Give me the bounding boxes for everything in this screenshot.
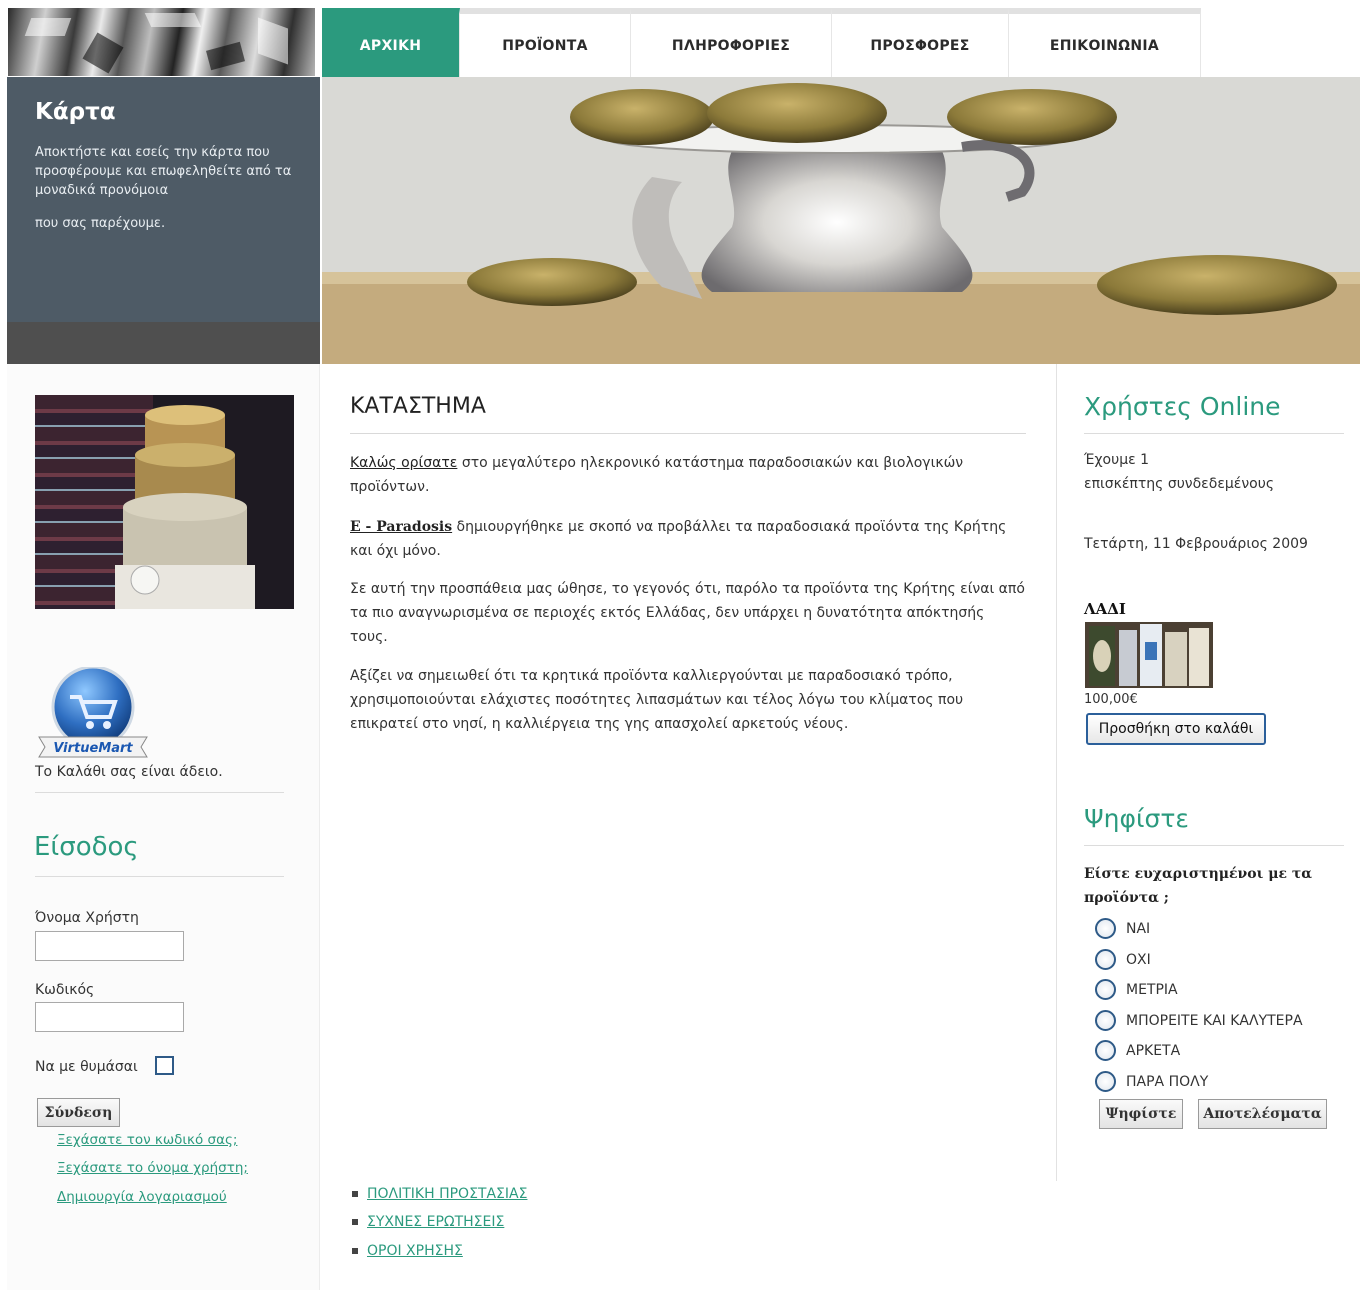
tab-products[interactable]: ΠΡΟΪΟΝΤΑ [460, 8, 631, 77]
poll-title: Ψηφίστε [1084, 804, 1189, 833]
divider [35, 792, 284, 793]
radio-icon[interactable] [1095, 949, 1116, 970]
poll-option-label: ΑΡΚΕΤΑ [1126, 1042, 1181, 1059]
vote-button[interactable]: Ψηφίστε [1099, 1099, 1183, 1129]
virtuemart-logo[interactable]: VirtueMart [35, 665, 151, 759]
terms-link[interactable]: ΟΡΟΙ ΧΡΗΣΗΣ [367, 1243, 463, 1259]
product-name: ΛΑΔΙ [1084, 600, 1126, 618]
footer-link-privacy: ΠΟΛΙΤΙΚΗ ΠΡΟΣΤΑΣΙΑΣ [352, 1186, 527, 1202]
divider [1084, 845, 1344, 846]
poll-option-very-much[interactable]: ΠΑΡΑ ΠΟΛΥ [1095, 1071, 1208, 1092]
virtuemart-logo-text: VirtueMart [53, 741, 133, 756]
production-paragraph: Αξίζει να σημειωθεί ότι τα κρητικά προϊό… [350, 668, 964, 732]
hero-still-life-image [322, 77, 1360, 364]
radio-icon[interactable] [1095, 918, 1116, 939]
remember-label: Να με θυμάσαι [35, 1059, 138, 1075]
online-users-count: Έχουμε 1 [1084, 452, 1150, 468]
add-to-cart-button[interactable]: Προσθήκη στο καλάθι [1086, 713, 1266, 745]
welcome-link[interactable]: Καλώς ορίσατε [350, 455, 457, 471]
product-thumbnail[interactable] [1085, 622, 1213, 688]
divider [1084, 433, 1344, 434]
poll-option-label: ΠΑΡΑ ΠΟΛΥ [1126, 1073, 1209, 1090]
poll-question: Είστε ευχαριστημένοι με τα προϊόντα ; [1084, 866, 1313, 906]
tab-contact[interactable]: ΕΠΙΚΟΙΝΩΝΙΑ [1009, 8, 1201, 77]
tab-info[interactable]: ΠΛΗΡΟΦΟΡΙΕΣ [631, 8, 832, 77]
poll-option-moderate[interactable]: ΜΕΤΡΙΑ [1095, 979, 1178, 1000]
radio-icon[interactable] [1095, 1010, 1116, 1031]
page-title: ΚΑΤΑΣΤΗΜΑ [350, 394, 486, 419]
cheese-artwork [115, 395, 294, 609]
bullet-icon [352, 1219, 358, 1225]
right-sidebar: Χρήστες Online Έχουμε 1 επισκέπτης συνδε… [1056, 364, 1360, 1181]
card-bottom-band [7, 322, 320, 364]
bullet-icon [352, 1191, 358, 1197]
welcome-paragraph: Καλώς ορίσατε στο μεγαλύτερο ηλεκρονικό … [350, 451, 1026, 499]
poll-option-label: ΜΠΟΡΕΙΤΕ ΚΑΙ ΚΑΛΥΤΕΡΑ [1126, 1012, 1303, 1029]
faq-link[interactable]: ΣΥΧΝΕΣ ΕΡΩΤΗΣΕΙΣ [367, 1214, 504, 1230]
forgot-username-link[interactable]: Ξεχάσατε το όνομα χρήστη; [57, 1160, 248, 1176]
cart-globe-icon: VirtueMart [38, 665, 148, 758]
poll-option-could-be-better[interactable]: ΜΠΟΡΕΙΤΕ ΚΑΙ ΚΑΛΥΤΕΡΑ [1095, 1010, 1303, 1031]
oil-bottles-artwork [1085, 622, 1213, 688]
password-label: Κωδικός [35, 982, 95, 998]
poll-option-no[interactable]: ΟΧΙ [1095, 949, 1151, 970]
radio-icon[interactable] [1095, 1071, 1116, 1092]
divider [350, 433, 1026, 434]
poll-results-button[interactable]: Αποτελέσματα [1198, 1099, 1327, 1129]
remember-me-checkbox[interactable] [155, 1056, 174, 1075]
about-paragraph: E - Paradosis δημιουργήθηκε με σκοπό να … [350, 515, 1026, 563]
divider [35, 876, 284, 877]
create-account-link[interactable]: Δημιουργία λογαριασμού [57, 1189, 227, 1205]
current-date: Τετάρτη, 11 Φεβρουάριος 2009 [1084, 536, 1308, 552]
username-label: Όνομα Χρήστη [35, 910, 139, 926]
poll-option-quite[interactable]: ΑΡΚΕΤΑ [1095, 1040, 1180, 1061]
brand-link[interactable]: E - Paradosis [350, 519, 452, 535]
poll-option-yes[interactable]: ΝΑΙ [1095, 918, 1150, 939]
poll-option-label: ΝΑΙ [1126, 920, 1151, 937]
tab-home[interactable]: ΑΡΧΙΚΗ [322, 8, 460, 77]
left-sidebar: VirtueMart Το Καλάθι σας είναι άδειο. Εί… [7, 364, 320, 1290]
card-text: Αποκτήστε και εσείς την κάρτα που προσφέ… [35, 145, 292, 198]
footer-link-faq: ΣΥΧΝΕΣ ΕΡΩΤΗΣΕΙΣ [352, 1214, 504, 1230]
card-text-2: που σας παρέχουμε. [35, 216, 166, 231]
radio-icon[interactable] [1095, 1040, 1116, 1061]
site-logo-image [8, 8, 315, 76]
online-users-title: Χρήστες Online [1084, 392, 1281, 421]
card-promo-panel: Κάρτα Αποκτήστε και εσείς την κάρτα που … [7, 77, 320, 322]
cheese-product-photo [35, 395, 294, 609]
poll-option-label: ΜΕΤΡΙΑ [1126, 981, 1178, 998]
login-button[interactable]: Σύνδεση [37, 1098, 120, 1127]
card-title: Κάρτα [35, 99, 116, 125]
poll-option-label: ΟΧΙ [1126, 951, 1151, 968]
product-price: 100,00€ [1084, 692, 1138, 707]
main-nav: ΑΡΧΙΚΗ ΠΡΟΪΟΝΤΑ ΠΛΗΡΟΦΟΡΙΕΣ ΠΡΟΣΦΟΡΕΣ ΕΠ… [322, 8, 1201, 77]
hero-artwork [322, 77, 1360, 364]
tab-offers[interactable]: ΠΡΟΣΦΟΡΕΣ [832, 8, 1009, 77]
motivation-paragraph: Σε αυτή την προσπάθεια μας ώθησε, το γεγ… [350, 581, 1025, 645]
privacy-link[interactable]: ΠΟΛΙΤΙΚΗ ΠΡΟΣΤΑΣΙΑΣ [367, 1186, 527, 1202]
forgot-password-link[interactable]: Ξεχάσατε τον κωδικό σας; [57, 1132, 237, 1148]
main-content: ΚΑΤΑΣΤΗΜΑ Καλώς ορίσατε στο μεγαλύτερο η… [322, 364, 1056, 1290]
radio-icon[interactable] [1095, 979, 1116, 1000]
password-input[interactable] [35, 1002, 184, 1032]
cart-status-text: Το Καλάθι σας είναι άδειο. [35, 764, 223, 780]
login-title: Είσοδος [34, 832, 139, 862]
online-users-text: επισκέπτης συνδεδεμένους [1084, 476, 1275, 492]
username-input[interactable] [35, 931, 184, 961]
bullet-icon [352, 1248, 358, 1254]
footer-link-terms: ΟΡΟΙ ΧΡΗΣΗΣ [352, 1243, 463, 1259]
